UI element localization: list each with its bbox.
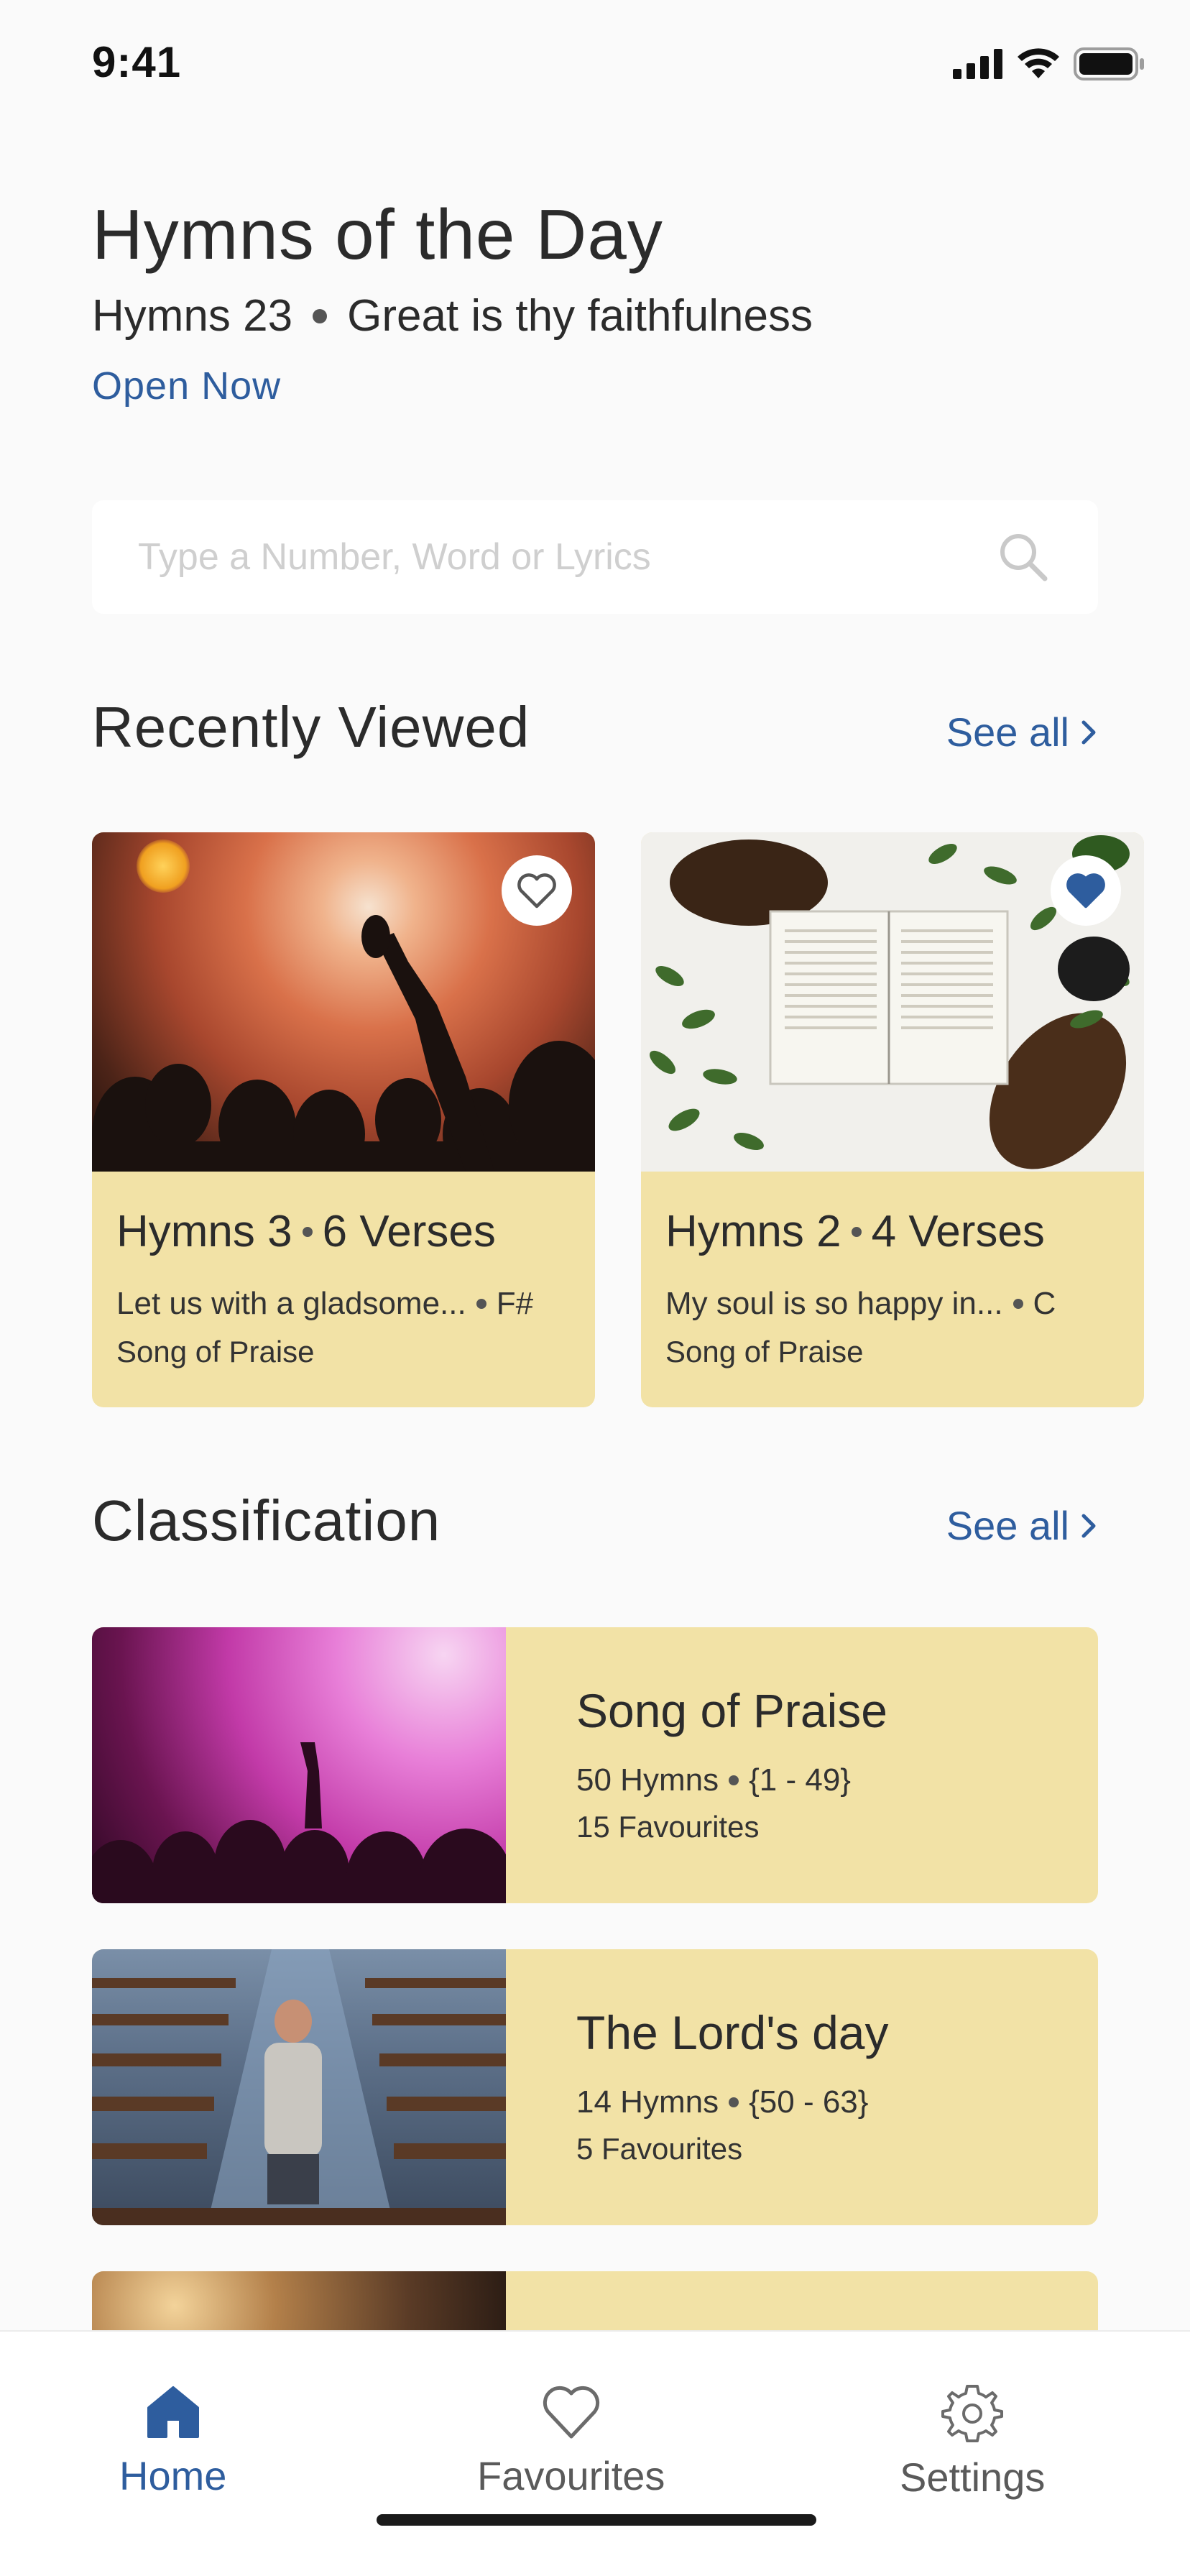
hymn-number: Hymns 23 [92,291,293,341]
bible-plants-image [641,832,1144,1172]
tab-label: Settings [900,2455,1046,2500]
praise-concert-image [92,1627,506,1903]
wifi-icon [1018,48,1059,78]
hymn-of-the-day-subtitle: Hymns 23 Great is thy faithfulness [92,290,813,341]
classification-name: The Lord's day [576,2006,889,2059]
church-prayer-image [92,1949,506,2225]
heart-icon [543,2386,599,2439]
card-title: Hymns 3 6 Verses [116,1206,571,1257]
card-lyrics-line: Let us with a gladsome... F# [116,1286,571,1322]
classification-item[interactable]: The Lord's day 14 Hymns {50 - 63} 5 Favo… [92,1949,1098,2225]
hymn-of-the-day-title: Hymns of the Day [92,195,663,274]
classification-item[interactable]: Song of Praise 50 Hymns {1 - 49} 15 Favo… [92,1627,1098,1903]
classification-range: {1 - 49} [749,1762,851,1798]
classification-range: {50 - 63} [749,2084,869,2120]
open-now-link[interactable]: Open Now [92,364,281,408]
concert-worship-image [92,832,595,1172]
cellular-signal-icon [953,49,1002,79]
see-all-label: See all [946,709,1069,755]
separator-dot [302,1226,313,1237]
classification-favourites: 5 Favourites [576,2132,743,2166]
see-all-label: See all [946,1503,1069,1548]
card-body: Hymns 2 4 Verses My soul is so happy in.… [641,1172,1144,1369]
separator-dot [476,1299,486,1309]
status-icons [953,47,1145,80]
chevron-right-icon [1081,720,1096,744]
classification-see-all-link[interactable]: See all [946,1502,1098,1549]
classification-favourites: 15 Favourites [576,1810,760,1844]
tab-favourites[interactable]: Favourites [477,2382,665,2499]
favourite-button[interactable] [1051,855,1121,926]
hymn-name: Great is thy faithfulness [347,291,813,341]
recent-hymn-card[interactable]: Hymns 2 4 Verses My soul is so happy in.… [641,832,1144,1407]
gear-icon [941,2385,1004,2442]
card-key: F# [496,1286,534,1321]
card-lyrics-line: My soul is so happy in... C [665,1286,1120,1322]
separator-dot [313,308,328,323]
chevron-right-icon [1081,1514,1096,1537]
classification-meta: 14 Hymns {50 - 63} [576,2084,889,2120]
card-verses: 6 Verses [322,1207,496,1256]
status-bar: 9:41 [0,0,1190,108]
separator-dot [729,2097,739,2107]
card-title: Hymns 2 4 Verses [665,1206,1120,1257]
battery-icon [1074,47,1144,80]
recently-viewed-title: Recently Viewed [92,695,530,759]
recent-hymn-card[interactable]: Hymns 3 6 Verses Let us with a gladsome.… [92,832,595,1407]
classification-body: The Lord's day 14 Hymns {50 - 63} 5 Favo… [506,1949,889,2225]
card-lyrics: My soul is so happy in... [665,1286,1003,1321]
favourite-button[interactable] [502,855,572,926]
classification-title: Classification [92,1489,441,1552]
card-category: Song of Praise [665,1335,864,1368]
search-icon[interactable] [995,528,1052,586]
card-body: Hymns 3 6 Verses Let us with a gladsome.… [92,1172,595,1369]
tab-settings[interactable]: Settings [900,2382,1045,2501]
home-indicator[interactable] [377,2514,816,2526]
heart-outline-icon [517,873,556,908]
heart-filled-icon [1066,873,1105,908]
tab-home[interactable]: Home [119,2382,226,2499]
tab-label: Favourites [477,2453,665,2498]
card-verses: 4 Verses [871,1207,1045,1256]
classification-hymn-count: 14 Hymns [576,2084,719,2120]
card-lyrics: Let us with a gladsome... [116,1286,466,1321]
card-hymn-number: Hymns 2 [665,1207,841,1256]
home-icon [147,2386,199,2438]
classification-meta: 50 Hymns {1 - 49} [576,1762,887,1798]
classification-hymn-count: 50 Hymns [576,1762,719,1798]
search-box[interactable] [92,500,1098,614]
separator-dot [1013,1299,1023,1309]
recently-viewed-see-all-link[interactable]: See all [946,709,1098,755]
separator-dot [851,1226,862,1237]
card-hymn-number: Hymns 3 [116,1207,292,1256]
classification-body: Song of Praise 50 Hymns {1 - 49} 15 Favo… [506,1627,887,1903]
separator-dot [729,1775,739,1785]
status-time: 9:41 [92,38,182,86]
card-key: C [1033,1286,1056,1321]
classification-name: Song of Praise [576,1684,887,1737]
tab-label: Home [119,2453,227,2498]
card-category: Song of Praise [116,1335,315,1368]
search-input[interactable] [138,535,995,579]
tab-bar: Home Favourites Settings [0,2330,1190,2576]
